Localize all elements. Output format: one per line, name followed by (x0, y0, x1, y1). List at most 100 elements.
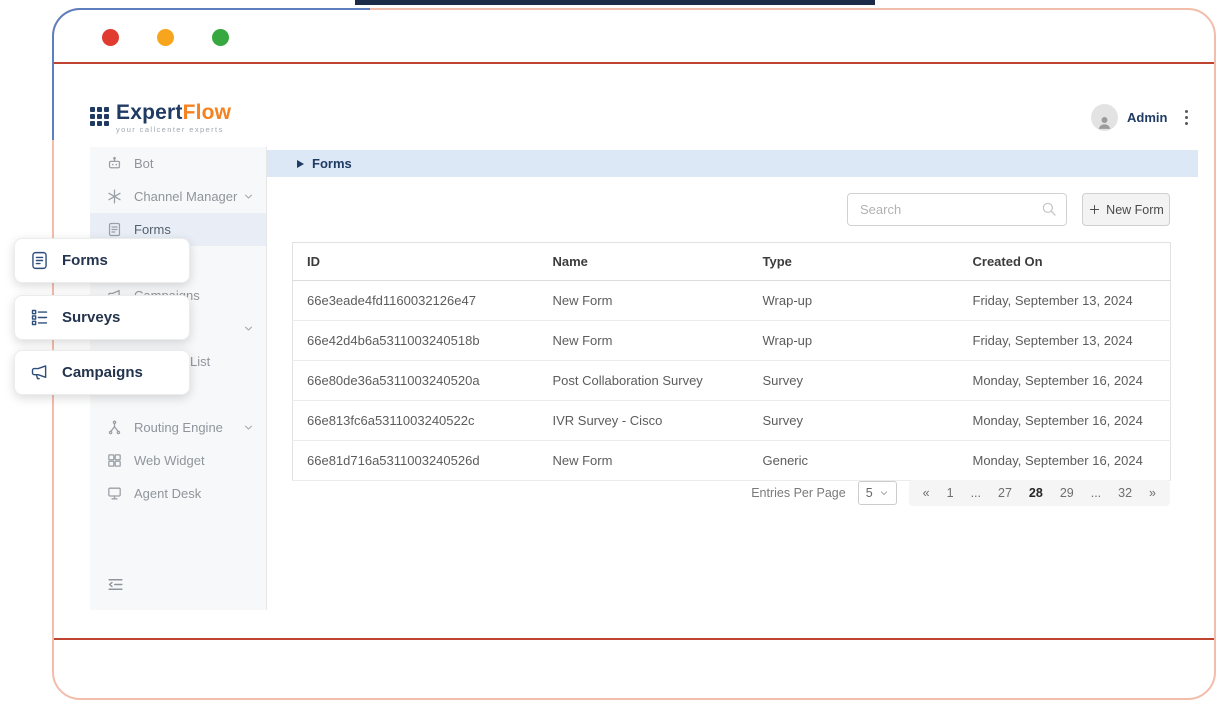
kebab-menu-icon[interactable] (1183, 105, 1191, 130)
table-header-row: IDNameTypeCreated On (293, 243, 1171, 281)
agent-desk-icon (106, 485, 123, 502)
pagination-pages: « 1... 27 28 29... 32 » (909, 480, 1170, 506)
new-form-button[interactable]: New Form (1082, 193, 1170, 226)
table-cell: New Form (539, 441, 749, 481)
sidebar-item-label: Bot (134, 156, 154, 171)
main-content: Forms New Form IDNameTypeCreated On 66e3… (267, 150, 1198, 610)
page-29-button[interactable]: 29 (1060, 486, 1074, 500)
callout-label: Forms (62, 252, 108, 269)
callout-label: Surveys (62, 309, 120, 326)
table-cell: Wrap-up (749, 281, 959, 321)
table-cell: 66e813fc6a5311003240522c (293, 401, 539, 441)
callout-forms[interactable]: Forms (14, 238, 190, 283)
search-icon (1040, 200, 1058, 218)
logo-text-primary: Expert (116, 101, 183, 124)
campaign-callout-icon (29, 362, 50, 383)
form-callout-icon (29, 250, 50, 271)
logo: ExpertFlow your callcenter experts (90, 102, 231, 134)
logo-grid-icon (90, 107, 109, 126)
table-body: 66e3eade4fd1160032126e47New FormWrap-upF… (293, 281, 1171, 481)
user-menu[interactable]: Admin (1091, 104, 1190, 131)
routing-engine-icon (106, 419, 123, 436)
callout-surveys[interactable]: Surveys (14, 295, 190, 340)
breadcrumb-label[interactable]: Forms (312, 156, 352, 171)
prev-page-button[interactable]: « (923, 486, 930, 500)
table-cell: New Form (539, 281, 749, 321)
column-header-id: ID (293, 243, 539, 281)
breadcrumb: Forms (267, 150, 1198, 177)
entries-per-page-select[interactable]: 5 (858, 481, 897, 505)
callout-label: Campaigns (62, 364, 143, 381)
table-cell: IVR Survey - Cisco (539, 401, 749, 441)
table-cell: Friday, September 13, 2024 (959, 321, 1171, 361)
forms-icon (106, 221, 123, 238)
table-row[interactable]: 66e80de36a5311003240520aPost Collaborati… (293, 361, 1171, 401)
logo-text: ExpertFlow (116, 101, 231, 124)
callout-campaigns[interactable]: Campaigns (14, 350, 190, 395)
table-cell: 66e3eade4fd1160032126e47 (293, 281, 539, 321)
entries-per-page-value: 5 (866, 486, 873, 500)
close-button[interactable] (102, 29, 119, 46)
table-cell: Generic (749, 441, 959, 481)
pagination-ellipsis: ... (1091, 486, 1101, 500)
web-widget-icon (106, 452, 123, 469)
table-cell: 66e81d716a5311003240526d (293, 441, 539, 481)
page-28-button[interactable]: 28 (1029, 486, 1043, 500)
column-header-name: Name (539, 243, 749, 281)
entries-per-page-label: Entries Per Page (751, 486, 846, 500)
table-row[interactable]: 66e3eade4fd1160032126e47New FormWrap-upF… (293, 281, 1171, 321)
app-window: ExpertFlow your callcenter experts Admin… (52, 8, 1216, 700)
table-cell: 66e42d4b6a5311003240518b (293, 321, 539, 361)
sidebar-item-web-widget[interactable]: Web Widget (90, 444, 266, 477)
table-cell: Post Collaboration Survey (539, 361, 749, 401)
sidebar-item-label: Channel Manager (134, 189, 237, 204)
sidebar-item-bot[interactable]: Bot (90, 147, 266, 180)
avatar[interactable] (1091, 104, 1118, 131)
sidebar-item-label: Routing Engine (134, 420, 223, 435)
sidebar-item-label: Web Widget (134, 453, 205, 468)
table-cell: 66e80de36a5311003240520a (293, 361, 539, 401)
column-header-type: Type (749, 243, 959, 281)
table-cell: New Form (539, 321, 749, 361)
sidebar-item-label: Agent Desk (134, 486, 201, 501)
top-accent-strip (355, 0, 875, 5)
chevron-down-icon (243, 323, 254, 334)
table-cell: Monday, September 16, 2024 (959, 401, 1171, 441)
bot-icon (106, 155, 123, 172)
next-page-button[interactable]: » (1149, 486, 1156, 500)
bottom-divider-line (54, 638, 1214, 640)
table-cell: Survey (749, 361, 959, 401)
chevron-down-icon (879, 488, 889, 498)
pagination: Entries Per Page 5 « 1... 27 28 29... 32 » (751, 480, 1170, 506)
table-cell: Wrap-up (749, 321, 959, 361)
person-icon (1096, 114, 1113, 131)
page-1-button[interactable]: 1 (947, 486, 954, 500)
page-32-button[interactable]: 32 (1118, 486, 1132, 500)
sidebar-collapse-icon[interactable] (106, 575, 125, 594)
user-name: Admin (1127, 110, 1167, 125)
search-input[interactable] (847, 193, 1067, 226)
sidebar-item-label: Forms (134, 222, 171, 237)
forms-table: IDNameTypeCreated On 66e3eade4fd11600321… (292, 242, 1171, 481)
table-row[interactable]: 66e81d716a5311003240526dNew FormGenericM… (293, 441, 1171, 481)
minimize-button[interactable] (157, 29, 174, 46)
breadcrumb-arrow-icon (297, 160, 304, 168)
sidebar-item-routing-engine[interactable]: Routing Engine (90, 411, 266, 444)
sidebar-item-channel-manager[interactable]: Channel Manager (90, 180, 266, 213)
table-cell: Survey (749, 401, 959, 441)
table-cell: Monday, September 16, 2024 (959, 361, 1171, 401)
pagination-ellipsis: ... (971, 486, 981, 500)
new-form-label: New Form (1106, 203, 1164, 217)
app-header: ExpertFlow your callcenter experts Admin (90, 96, 1198, 148)
sidebar-item-agent-desk[interactable]: Agent Desk (90, 477, 266, 510)
maximize-button[interactable] (212, 29, 229, 46)
survey-callout-icon (29, 307, 50, 328)
canvas: ExpertFlow your callcenter experts Admin… (0, 0, 1221, 705)
page-27-button[interactable]: 27 (998, 486, 1012, 500)
table-row[interactable]: 66e813fc6a5311003240522cIVR Survey - Cis… (293, 401, 1171, 441)
logo-text-secondary: Flow (183, 101, 232, 124)
table-row[interactable]: 66e42d4b6a5311003240518bNew FormWrap-upF… (293, 321, 1171, 361)
logo-tagline: your callcenter experts (116, 125, 231, 134)
table-cell: Friday, September 13, 2024 (959, 281, 1171, 321)
search-box (847, 193, 1067, 226)
